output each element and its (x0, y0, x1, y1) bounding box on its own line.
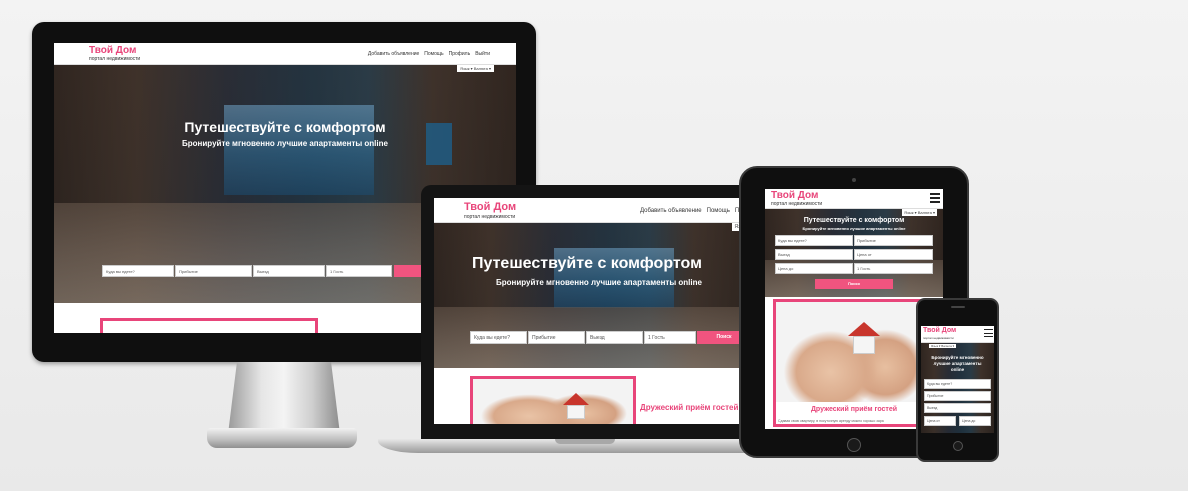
hero-subtitle: Бронируйте мгновенно лучшие апартаменты … (802, 226, 906, 231)
phone-device: Твой Дом портал недвижимости Язык ▾ Валю… (916, 298, 999, 462)
nav-help[interactable]: Помощь (707, 208, 730, 214)
departure-input[interactable]: Выезд (253, 265, 325, 277)
phone-screen: Твой Дом портал недвижимости Язык ▾ Валю… (921, 326, 994, 433)
departure-input[interactable]: Выезд (586, 331, 643, 344)
lang-currency-box: Язык ▾ Валюта ▾ (457, 65, 494, 72)
logo-title[interactable]: Твой Дом (89, 45, 136, 56)
hero-title: Путешествуйте с комфортом (184, 119, 386, 135)
where-input[interactable]: Куда вы едете? (470, 331, 527, 344)
feature-card: Дружеский приём гостей Сдавая свою кварт… (773, 299, 935, 427)
logo-subtitle: портал недвижимости (923, 336, 954, 340)
nav-logout[interactable]: Выйти (475, 51, 490, 57)
currency-select[interactable]: Валюта (474, 66, 488, 71)
section-title: Дружеский приём гостей (640, 403, 739, 412)
arrival-input[interactable]: Прибытие (854, 235, 933, 246)
site-header: Твой Дом портал недвижимости (765, 189, 943, 209)
hero-section: Язы Путешествуйте с комфортом Бронируйте… (434, 223, 751, 368)
feature-card (470, 376, 636, 424)
where-input[interactable]: Куда вы едете? (775, 235, 853, 246)
main-nav: Добавить объявление Помощь Проф (640, 208, 751, 214)
hero-subtitle: Бронируйте мгновенно лучшие апартаменты … (496, 278, 702, 287)
hero-title: Путешествуйте с комфортом (472, 255, 702, 272)
currency-select[interactable]: Валюта (941, 344, 952, 348)
logo-title[interactable]: Твой Дом (923, 327, 956, 334)
laptop-device: Твой Дом портал недвижимости Добавить об… (421, 185, 751, 439)
section-text: Сдавая свою квартиру, в посуточную аренд… (778, 419, 884, 423)
price-from-input[interactable]: Цена от (924, 416, 956, 426)
departure-input[interactable]: Выезд (924, 403, 991, 413)
where-input[interactable]: Куда вы едете? (102, 265, 174, 277)
hero-title: Путешествуйте с комфортом (803, 217, 905, 224)
hamburger-icon[interactable] (984, 329, 993, 337)
lang-select[interactable]: Язык (904, 210, 913, 215)
monitor-base (207, 428, 357, 448)
house-keys-image (473, 379, 633, 424)
nav-profile[interactable]: Профиль (449, 51, 471, 57)
nav-add-listing[interactable]: Добавить объявление (368, 51, 419, 57)
search-button[interactable]: Поиск (815, 279, 893, 289)
section-title: Дружеский приём гостей (810, 406, 898, 413)
lang-currency-box: Язык ▾ Валюта ▾ (929, 344, 957, 348)
hero-subtitle: Бронируйте мгновенно лучшие апартаменты … (931, 355, 984, 372)
site-header: Твой Дом портал недвижимости Добавить об… (434, 198, 751, 223)
arrival-input[interactable]: Прибытие (528, 331, 585, 344)
guests-select[interactable]: 1 Гость (326, 265, 392, 277)
currency-select[interactable]: Валюта (918, 210, 932, 215)
logo-title[interactable]: Твой Дом (771, 190, 818, 201)
lang-select[interactable]: Язык (931, 344, 938, 348)
laptop-notch (555, 439, 615, 444)
nav-add-listing[interactable]: Добавить объявление (640, 208, 702, 214)
logo-subtitle: портал недвижимости (771, 201, 823, 207)
nav-help[interactable]: Помощь (424, 51, 443, 57)
home-button-icon[interactable] (847, 438, 861, 452)
logo-subtitle: портал недвижимости (464, 214, 516, 220)
speaker (951, 306, 965, 308)
monitor-neck (228, 362, 340, 434)
home-button-icon[interactable] (953, 441, 963, 451)
logo-title[interactable]: Твой Дом (464, 201, 516, 213)
hamburger-icon[interactable] (930, 193, 940, 203)
camera-icon (852, 178, 856, 182)
hero-section: Язык ▾ Валюта ▾ Бронируйте мгновенно луч… (921, 343, 994, 433)
price-to-input[interactable]: Цена до (959, 416, 991, 426)
guests-select[interactable]: 1 Гость (644, 331, 696, 344)
price-from-input[interactable]: Цена от (854, 249, 933, 260)
hero-section: Язык ▾ Валюта ▾ Путешествуйте с комфорто… (765, 209, 943, 297)
logo-subtitle: портал недвижимости (89, 56, 141, 62)
site-header: Твой Дом портал недвижимости (921, 326, 994, 343)
site-header: Твой Дом портал недвижимости Добавить об… (54, 43, 516, 65)
hero-subtitle: Бронируйте мгновенно лучшие апартаменты … (182, 139, 388, 148)
arrival-input[interactable]: Прибытие (924, 391, 991, 401)
lang-select[interactable]: Язык (460, 66, 469, 71)
lang-currency-box: Язык ▾ Валюта ▾ (902, 209, 937, 216)
content-area: Дружеский приём гостей (434, 368, 751, 424)
where-input[interactable]: Куда вы едете? (924, 379, 991, 389)
guests-select[interactable]: 1 Гость (854, 263, 933, 274)
price-to-input[interactable]: Цена до (775, 263, 853, 274)
departure-input[interactable]: Выезд (775, 249, 853, 260)
arrival-input[interactable]: Прибытие (175, 265, 252, 277)
main-nav: Добавить объявление Помощь Профиль Выйти (368, 51, 490, 57)
feature-card (100, 318, 318, 333)
laptop-screen: Твой Дом портал недвижимости Добавить об… (434, 198, 751, 424)
